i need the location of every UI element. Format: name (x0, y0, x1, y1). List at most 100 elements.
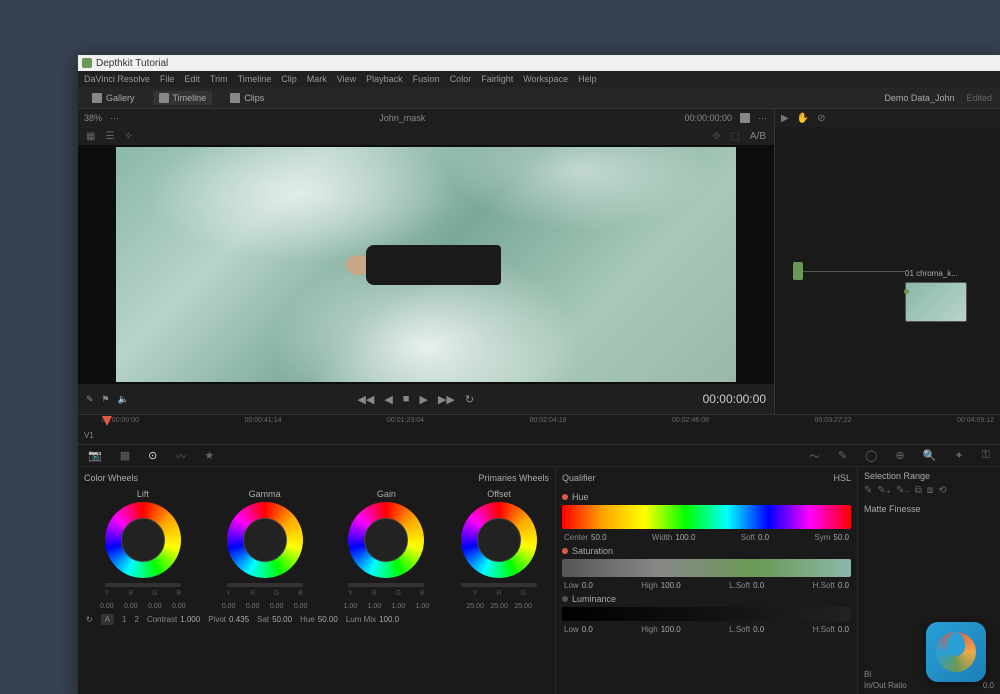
volume-icon[interactable]: 🔈 (118, 394, 129, 405)
color-wheel[interactable] (461, 502, 537, 578)
zoom-dropdown[interactable]: 38% (84, 113, 102, 123)
wheel-value[interactable]: 0.00 (144, 603, 166, 610)
ab-label[interactable]: A/B (750, 131, 766, 142)
camera-tab-icon[interactable]: 📷 (88, 449, 102, 462)
clips-button[interactable]: Clips (224, 91, 270, 105)
node-graph[interactable]: 01 chroma_k... (775, 127, 1000, 414)
ratio-value[interactable]: 0.0 (983, 681, 994, 690)
menu-timeline[interactable]: Timeline (238, 74, 272, 84)
resolve-app-icon[interactable] (926, 622, 986, 682)
page-a[interactable]: A (101, 614, 114, 625)
color-wheel[interactable] (227, 502, 303, 578)
window-tool-icon[interactable]: ◯ (865, 449, 877, 462)
lum-lsoft[interactable]: 0.0 (753, 625, 764, 634)
menu-playback[interactable]: Playback (366, 74, 403, 84)
hue-width[interactable]: 100.0 (675, 533, 695, 542)
menu-help[interactable]: Help (578, 74, 597, 84)
invert-icon[interactable]: ⟲ (938, 485, 946, 496)
soft-add-icon[interactable]: ⧉ (915, 485, 922, 496)
pivot-value[interactable]: 0.435 (229, 615, 249, 624)
sat-value[interactable]: 50.00 (272, 615, 292, 624)
wheel-value[interactable]: 1.00 (339, 603, 361, 610)
wheel-value[interactable]: 1.00 (387, 603, 409, 610)
sat-high[interactable]: 100.0 (661, 581, 681, 590)
hue-strip[interactable] (562, 505, 851, 529)
page-2[interactable]: 2 (135, 615, 139, 624)
wheel-value[interactable]: 1.00 (363, 603, 385, 610)
lummix-value[interactable]: 100.0 (379, 615, 399, 624)
wheel-slider[interactable] (105, 583, 181, 587)
flag-icon[interactable]: ⚑ (102, 394, 110, 405)
wheel-value[interactable]: 25.00 (512, 603, 534, 610)
viewer-canvas[interactable] (78, 145, 774, 384)
primaries-tab-icon[interactable]: ⊙ (148, 449, 157, 462)
wheel-value[interactable]: 0.00 (96, 603, 118, 610)
prev-frame-button[interactable]: ◀ (384, 393, 392, 406)
viewer-menu-icon[interactable]: ⋯ (758, 113, 768, 124)
wheel-slider[interactable] (227, 583, 303, 587)
timecode-display[interactable]: 00:00:00:00 (703, 392, 766, 406)
menu-fusion[interactable]: Fusion (413, 74, 440, 84)
sat-hsoft[interactable]: 0.0 (838, 581, 849, 590)
soft-sub-icon[interactable]: ⧈ (927, 485, 933, 496)
fit-icon[interactable]: ⟐ (713, 131, 721, 142)
wheel-value[interactable]: 0.00 (242, 603, 264, 610)
menu-workspace[interactable]: Workspace (523, 74, 568, 84)
wheel-value[interactable]: 0.00 (168, 603, 190, 610)
menu-file[interactable]: File (160, 74, 175, 84)
lum-low[interactable]: 0.0 (582, 625, 593, 634)
hue-sym[interactable]: 50.0 (833, 533, 849, 542)
picker-icon[interactable]: ✎ (864, 485, 872, 496)
timecode-header[interactable]: 00:00:00:00 (684, 113, 732, 123)
menu-clip[interactable]: Clip (281, 74, 297, 84)
play-button[interactable]: ▶ (419, 393, 427, 406)
curves-tab-icon[interactable]: 〰 (175, 448, 186, 464)
wheel-value[interactable]: 25.00 (464, 603, 486, 610)
saturation-strip[interactable] (562, 559, 851, 577)
lum-hsoft[interactable]: 0.0 (838, 625, 849, 634)
wheel-slider[interactable] (348, 583, 424, 587)
wheel-slider[interactable] (461, 583, 537, 587)
menu-app[interactable]: DaVinci Resolve (84, 74, 150, 84)
node-thumbnail[interactable] (905, 282, 967, 322)
add-picker-icon[interactable]: ✎₊ (877, 485, 891, 496)
viewer-options-icon[interactable]: ⋯ (110, 113, 120, 124)
wheel-value[interactable]: 1.00 (411, 603, 433, 610)
loop-button[interactable]: ↻ (465, 393, 474, 406)
reset-icon[interactable]: ↻ (86, 615, 93, 624)
sub-picker-icon[interactable]: ✎₋ (896, 485, 910, 496)
magnify-icon[interactable]: 🔍 (923, 449, 937, 462)
wheel-value[interactable]: 0.00 (218, 603, 240, 610)
sat-low[interactable]: 0.0 (582, 581, 593, 590)
menu-trim[interactable]: Trim (210, 74, 228, 84)
hue-center[interactable]: 50.0 (591, 533, 607, 542)
next-frame-button[interactable]: ▶▶ (438, 393, 455, 406)
color-wheel[interactable] (105, 502, 181, 578)
gallery-button[interactable]: Gallery (86, 91, 141, 105)
node-connection[interactable] (803, 271, 905, 272)
color-wheel[interactable] (348, 502, 424, 578)
expand-icon[interactable] (740, 113, 750, 123)
page-1[interactable]: 1 (122, 615, 126, 624)
stills-tab-icon[interactable]: ▦ (86, 131, 95, 142)
luminance-strip[interactable] (562, 607, 851, 621)
wand-icon[interactable]: ✧ (124, 131, 132, 142)
pointer-tool-icon[interactable]: ▶ (781, 113, 789, 124)
first-frame-button[interactable]: ◀◀ (357, 393, 374, 406)
star-tab-icon[interactable]: ★ (204, 449, 214, 462)
fx-tab-icon[interactable]: ✦ (954, 449, 963, 462)
qualifier-mode-dropdown[interactable]: HSL (833, 473, 851, 483)
tracker-tool-icon[interactable]: ⊕ (895, 449, 904, 462)
eyedropper-icon[interactable]: ✎ (86, 394, 94, 405)
menu-color[interactable]: Color (450, 74, 472, 84)
lum-high[interactable]: 100.0 (661, 625, 681, 634)
hand-tool-icon[interactable]: ✋ (797, 113, 809, 124)
contrast-value[interactable]: 1.000 (180, 615, 200, 624)
hue-soft[interactable]: 0.0 (758, 533, 769, 542)
menu-view[interactable]: View (337, 74, 356, 84)
wheel-value[interactable]: 25.00 (488, 603, 510, 610)
clip-name[interactable]: John_mask (379, 113, 425, 123)
wheel-value[interactable]: 0.00 (120, 603, 142, 610)
wheel-value[interactable]: 0.00 (290, 603, 312, 610)
menu-edit[interactable]: Edit (184, 74, 200, 84)
